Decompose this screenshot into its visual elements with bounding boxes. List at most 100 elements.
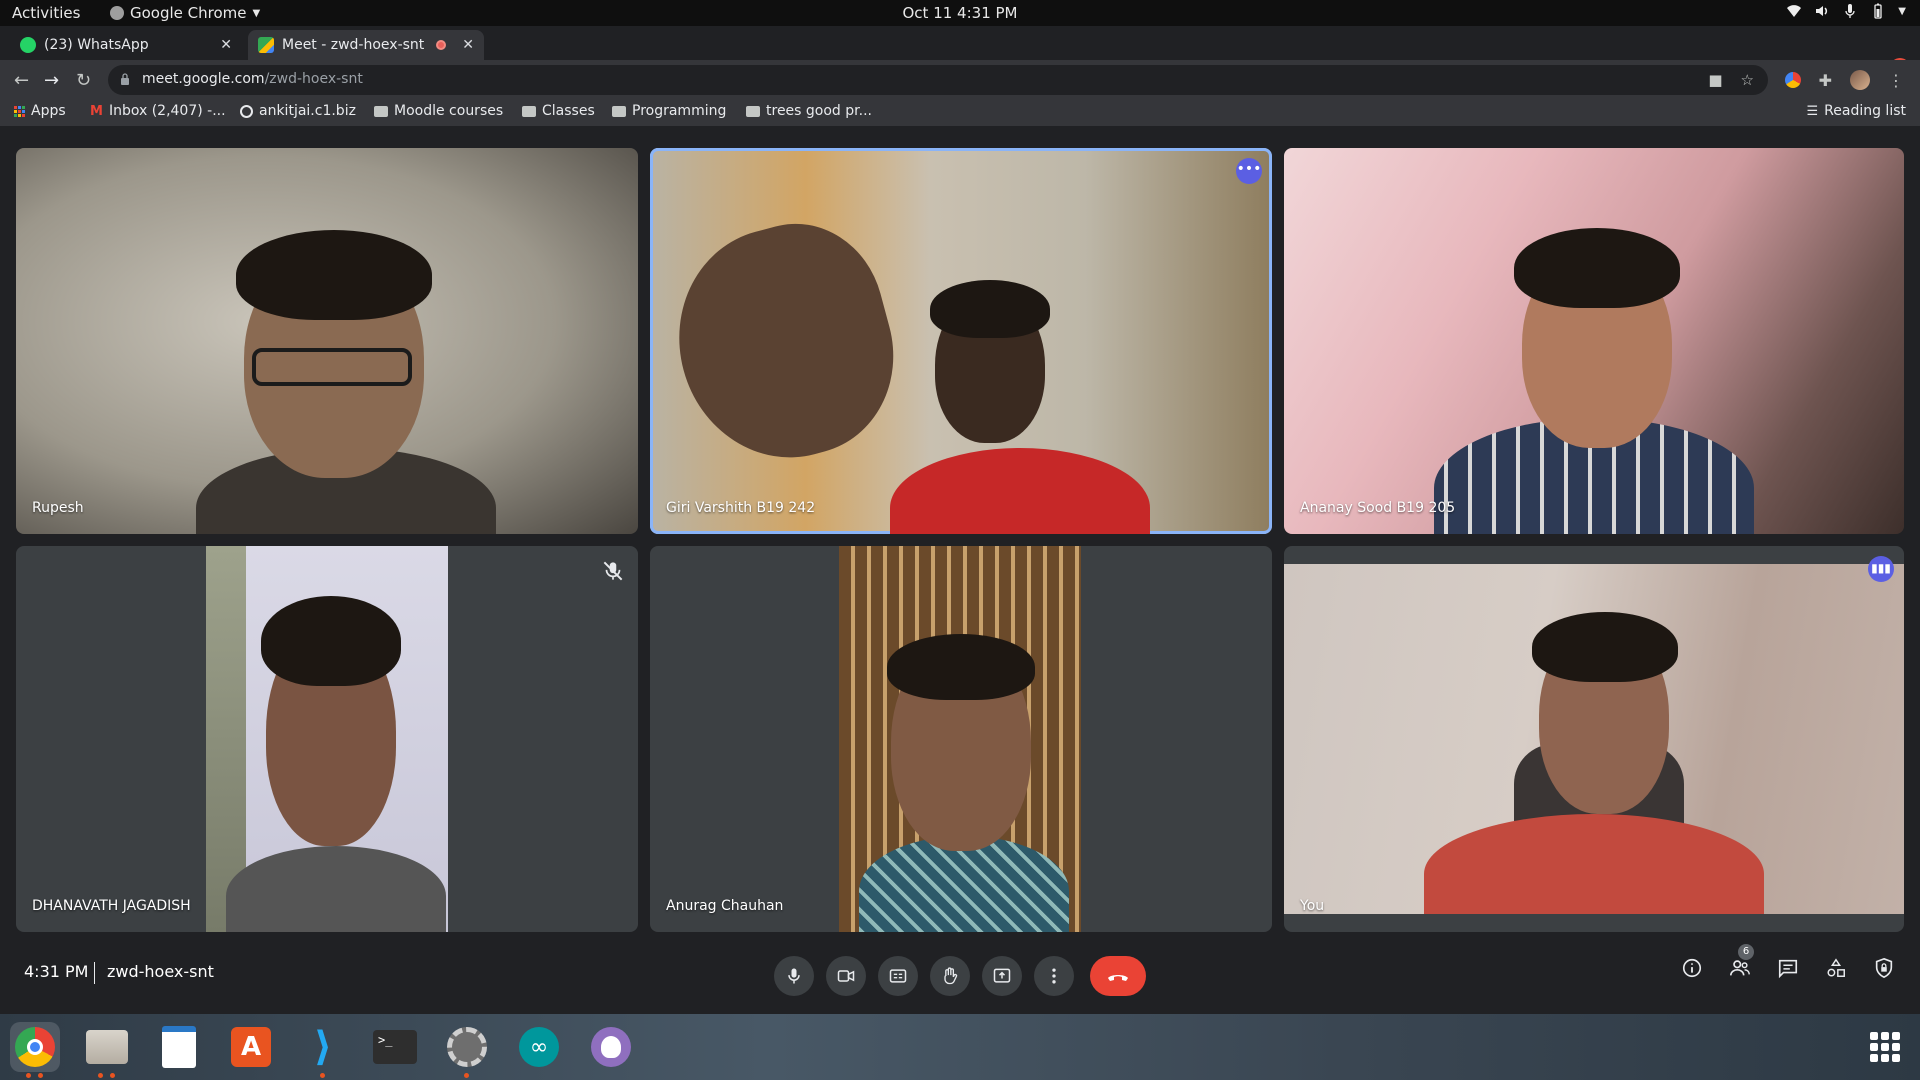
meet-stage: Rupesh ••• Giri Varshith B19 242 Ananay …: [0, 130, 1920, 1012]
clock[interactable]: Oct 11 4:31 PM: [903, 4, 1018, 22]
folder-icon: [746, 105, 760, 117]
leave-call-button[interactable]: [1090, 956, 1146, 996]
activities-button[interactable]: [1824, 956, 1848, 980]
bookmark-label: Moodle courses: [394, 103, 504, 119]
participant-name: You: [1300, 898, 1325, 914]
present-screen-button[interactable]: [982, 956, 1022, 996]
participant-tile[interactable]: DHANAVATH JAGADISH: [16, 546, 638, 932]
divider: [94, 962, 95, 984]
participant-tile-active-speaker[interactable]: ••• Giri Varshith B19 242: [650, 148, 1272, 534]
chrome-menu-icon[interactable]: ⋮: [1888, 71, 1904, 90]
dock-chrome[interactable]: [10, 1022, 60, 1078]
people-button[interactable]: 6: [1728, 944, 1754, 980]
show-applications-icon[interactable]: [1870, 1032, 1900, 1062]
tab-title: Meet - zwd-hoex-snt: [282, 37, 425, 53]
participant-name: Anurag Chauhan: [666, 898, 784, 914]
camera-in-use-icon[interactable]: ■: [1708, 71, 1722, 89]
participant-video: [839, 546, 1081, 932]
dock-settings[interactable]: [442, 1022, 492, 1078]
profile-avatar[interactable]: [1850, 70, 1870, 90]
participant-tile[interactable]: Anurag Chauhan: [650, 546, 1272, 932]
video-figure: [930, 280, 1050, 338]
settings-gear-icon: [447, 1027, 487, 1067]
files-folder-icon: [86, 1030, 128, 1064]
vscode-icon: ⟩: [313, 1024, 333, 1070]
puzzle-extensions-icon[interactable]: ✚: [1819, 71, 1832, 90]
people-count-badge: 6: [1738, 944, 1754, 960]
bookmark-classes[interactable]: Classes: [522, 103, 595, 119]
app-menu[interactable]: Google Chrome ▼: [110, 4, 260, 22]
browser-toolbar: ← → ↻ meet.google.com/zwd-hoex-snt ■ ☆ ✚…: [0, 60, 1920, 100]
microphone-toggle-button[interactable]: [774, 956, 814, 996]
running-indicator: [38, 1073, 43, 1078]
host-controls-button[interactable]: [1872, 956, 1896, 980]
shield-lock-icon: [1875, 957, 1893, 979]
reload-icon[interactable]: ↻: [76, 70, 91, 91]
bookmark-trees[interactable]: trees good pr...: [746, 103, 872, 119]
github-icon: [591, 1027, 631, 1067]
recording-indicator-icon: [436, 40, 447, 50]
gmail-icon: M: [90, 103, 103, 119]
software-store-icon: A: [231, 1027, 271, 1067]
dock-github[interactable]: [586, 1022, 636, 1072]
reading-list-button[interactable]: ☰ Reading list: [1807, 103, 1907, 119]
system-top-bar: Activities Google Chrome ▼ Oct 11 4:31 P…: [0, 0, 1920, 26]
present-screen-icon: [993, 968, 1011, 983]
url-path: /zwd-hoex-snt: [264, 71, 363, 87]
participant-tile[interactable]: Rupesh: [16, 148, 638, 534]
close-tab-icon[interactable]: ✕: [462, 37, 474, 53]
close-tab-icon[interactable]: ✕: [220, 37, 232, 53]
meet-control-bar: 4:31 PM zwd-hoex-snt 6: [0, 942, 1920, 1014]
activities-button[interactable]: Activities: [12, 4, 80, 22]
dock-software[interactable]: A: [226, 1022, 276, 1072]
hand-icon: [944, 967, 958, 985]
participant-tile[interactable]: Ananay Sood B19 205: [1284, 148, 1904, 534]
vertical-dots-icon: [1052, 968, 1056, 984]
camera-toggle-button[interactable]: [826, 956, 866, 996]
people-icon: [1730, 960, 1750, 976]
more-options-icon[interactable]: •••: [1236, 158, 1262, 184]
meeting-details-button[interactable]: [1680, 956, 1704, 980]
bookmark-programming[interactable]: Programming: [612, 103, 726, 119]
end-call-icon: [1108, 975, 1128, 981]
address-bar[interactable]: meet.google.com/zwd-hoex-snt ■ ☆: [108, 65, 1768, 95]
raise-hand-button[interactable]: [930, 956, 970, 996]
tab-title: (23) WhatsApp: [44, 37, 149, 53]
back-arrow-icon[interactable]: ←: [14, 70, 29, 91]
microphone-icon: [788, 968, 800, 984]
glasses-shape: [252, 348, 412, 386]
url-domain: meet.google.com: [142, 71, 265, 87]
dock-files[interactable]: [82, 1022, 132, 1078]
participant-name: Giri Varshith B19 242: [666, 500, 816, 516]
side-panel-controls: 6: [1680, 944, 1896, 980]
dock-vscode[interactable]: ⟩: [298, 1022, 348, 1078]
dock-terminal[interactable]: >_: [370, 1022, 420, 1072]
captions-button[interactable]: [878, 956, 918, 996]
self-view-tile[interactable]: ▮▮▮ You: [1284, 546, 1904, 932]
dock-writer[interactable]: [154, 1022, 204, 1072]
bookmark-ankitjai[interactable]: ankitjai.c1.biz: [240, 103, 356, 119]
reading-list-icon: ☰: [1806, 103, 1819, 119]
call-controls: [774, 956, 1146, 996]
globe-icon: [240, 104, 253, 118]
chat-button[interactable]: [1776, 956, 1800, 980]
dock-arduino[interactable]: ∞: [514, 1022, 564, 1072]
extension-icon[interactable]: [1784, 72, 1801, 88]
system-tray[interactable]: ▼: [1786, 3, 1906, 19]
bookmark-inbox[interactable]: M Inbox (2,407) -...: [90, 103, 226, 119]
bookmark-apps[interactable]: Apps: [14, 103, 66, 119]
more-options-button[interactable]: [1034, 956, 1074, 996]
tab-meet[interactable]: Meet - zwd-hoex-snt ✕: [248, 30, 484, 60]
running-indicator: [464, 1073, 469, 1078]
forward-arrow-icon[interactable]: →: [44, 70, 59, 91]
microphone-muted-icon: [603, 561, 623, 581]
chrome-icon: [15, 1027, 55, 1067]
tab-whatsapp[interactable]: (23) WhatsApp ✕: [10, 30, 242, 60]
meet-icon: [258, 37, 274, 53]
bookmark-moodle-courses[interactable]: Moodle courses: [374, 103, 503, 119]
bookmark-star-icon[interactable]: ☆: [1741, 71, 1754, 89]
chat-icon: [1778, 959, 1798, 979]
document-writer-icon: [162, 1026, 196, 1068]
ubuntu-dock: A ⟩ >_ ∞: [0, 1014, 1920, 1080]
closed-captions-icon: [889, 969, 907, 983]
